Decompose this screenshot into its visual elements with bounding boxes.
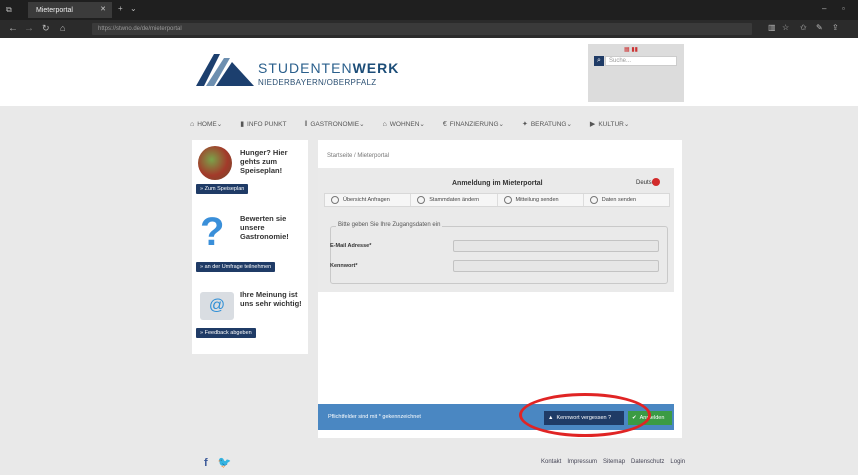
fieldset-legend: Bitte geben Sie Ihre Zugangsdaten ein (336, 222, 443, 228)
radio-icon (331, 196, 339, 204)
required-note: Pflichtfelder sind mit * gekennzeichnet (328, 414, 421, 420)
language-flag-icon[interactable] (652, 178, 660, 186)
umfrage-button[interactable]: » an der Umfrage teilnehmen (196, 262, 276, 272)
share-icon[interactable]: ⇪ (832, 23, 839, 32)
home-icon: ⌂ (190, 121, 195, 128)
back-icon[interactable]: ← (8, 23, 18, 34)
culture-icon: ▶ (589, 121, 596, 128)
close-tab-icon[interactable]: ✕ (100, 5, 106, 13)
favorite-icon[interactable]: ☆ (782, 23, 789, 32)
notes-icon[interactable]: ✎ (816, 23, 823, 32)
email-field[interactable] (453, 240, 659, 252)
info-icon: ▮ (240, 121, 245, 128)
tab-title: Mieterportal (36, 6, 73, 14)
promo-umfrage-title: Bewerten sie unsere Gastronomie! (240, 214, 289, 241)
breadcrumb[interactable]: Startseite / Mieterportal (327, 153, 389, 159)
search-icon: ⌕ (597, 57, 601, 64)
email-label: E-Mail Adresse* (330, 243, 372, 249)
lightbulb-icon: ✦ (521, 121, 528, 128)
site-header (0, 38, 858, 106)
nav-finanzierung[interactable]: € FINANZIERUNG⌄ (443, 120, 504, 128)
message-icon (503, 196, 512, 204)
tab-uebersicht[interactable]: Übersicht Anfragen (325, 194, 412, 206)
footer-link-impressum[interactable]: Impressum (567, 459, 597, 465)
speiseplan-button[interactable]: » Zum Speiseplan (196, 184, 249, 194)
footer-link-login[interactable]: Login (670, 459, 685, 465)
euro-icon: € (442, 121, 447, 128)
tab-actions-icon[interactable]: ⧉ (6, 5, 12, 15)
main-nav: ⌂ HOME⌄ ▮ INFO PUNKT ‖ GASTRONOMIE⌄ ⌂ WOHNEN… (190, 117, 670, 131)
refresh-icon[interactable]: ↻ (42, 23, 50, 34)
highlight-circle (519, 393, 651, 437)
tab-stammdaten[interactable]: Stammdaten ändern (411, 194, 498, 206)
footer-link-kontakt[interactable]: Kontakt (541, 459, 561, 465)
nav-wohnen[interactable]: ⌂ WOHNEN⌄ (383, 120, 425, 128)
portal-tabs: Übersicht Anfragen Stammdaten ändern Mit… (324, 193, 670, 207)
email-icon: @ (200, 292, 234, 320)
tab-daten[interactable]: Daten senden (584, 194, 669, 206)
credentials-fieldset (330, 226, 668, 284)
nav-home[interactable]: ⌂ HOME⌄ (190, 120, 222, 128)
flag-icons[interactable]: ▦ ▮▮ (624, 46, 638, 53)
nav-kultur[interactable]: ▶ KULTUR⌄ (590, 120, 629, 128)
logo-subtitle: NIEDERBAYERN/OBERPFALZ (258, 78, 377, 87)
user-icon (417, 196, 426, 204)
twitter-icon[interactable]: 🐦 (218, 456, 232, 469)
minimize-icon[interactable]: – (822, 4, 826, 13)
social-links: f 🐦 (204, 456, 232, 470)
footer-links: Kontakt Impressum Sitemap Datenschutz Lo… (535, 459, 685, 465)
address-field[interactable]: https://stwno.de/de/mieterportal (92, 23, 752, 35)
browser-tabbar: ⧉ Mieterportal ✕ + ⌄ – ▫ (0, 0, 858, 20)
upload-icon (589, 196, 598, 204)
nav-info-punkt[interactable]: ▮ INFO PUNKT (240, 120, 286, 128)
logo-mark[interactable] (196, 52, 256, 88)
forward-icon[interactable]: → (24, 23, 34, 34)
food-image (198, 146, 232, 180)
browser-tab[interactable]: Mieterportal ✕ (28, 2, 112, 18)
password-field[interactable] (453, 260, 659, 272)
tab-mitteilung[interactable]: Mitteilung senden (498, 194, 584, 206)
nav-gastronomie[interactable]: ‖ GASTRONOMIE⌄ (304, 120, 364, 128)
feedback-button[interactable]: » Feedback abgeben (196, 328, 256, 338)
logo-wordmark[interactable]: STUDENTENWERK (258, 60, 399, 76)
nav-beratung[interactable]: ✦ BERATUNG⌄ (522, 120, 572, 128)
window-icon[interactable]: ▫ (842, 4, 845, 13)
reading-view-icon[interactable]: ▥ (768, 23, 776, 32)
password-label: Kennwort* (330, 263, 358, 269)
promo-speiseplan-title: Hunger? Hier gehts zum Speiseplan! (240, 148, 288, 175)
home-browser-icon[interactable]: ⌂ (60, 23, 65, 33)
favorites-list-icon[interactable]: ✩ (800, 23, 807, 32)
promo-feedback-title: Ihre Meinung ist uns sehr wichtig! (240, 290, 302, 308)
new-tab-icon[interactable]: + (118, 4, 123, 13)
promo-sidebar: Hunger? Hier gehts zum Speiseplan! » Zum… (192, 140, 308, 354)
footer-link-datenschutz[interactable]: Datenschutz (631, 459, 664, 465)
search-input[interactable]: Suche... (605, 56, 677, 66)
cutlery-icon: ‖ (304, 121, 308, 128)
chevron-down-icon[interactable]: ⌄ (130, 4, 137, 13)
facebook-icon[interactable]: f (204, 457, 208, 469)
footer-link-sitemap[interactable]: Sitemap (603, 459, 625, 465)
question-mark-icon: ? (200, 210, 225, 254)
house-icon: ⌂ (382, 121, 387, 128)
page-title: Anmeldung im Mieterportal (452, 180, 543, 187)
search-button[interactable]: ⌕ (594, 56, 604, 66)
